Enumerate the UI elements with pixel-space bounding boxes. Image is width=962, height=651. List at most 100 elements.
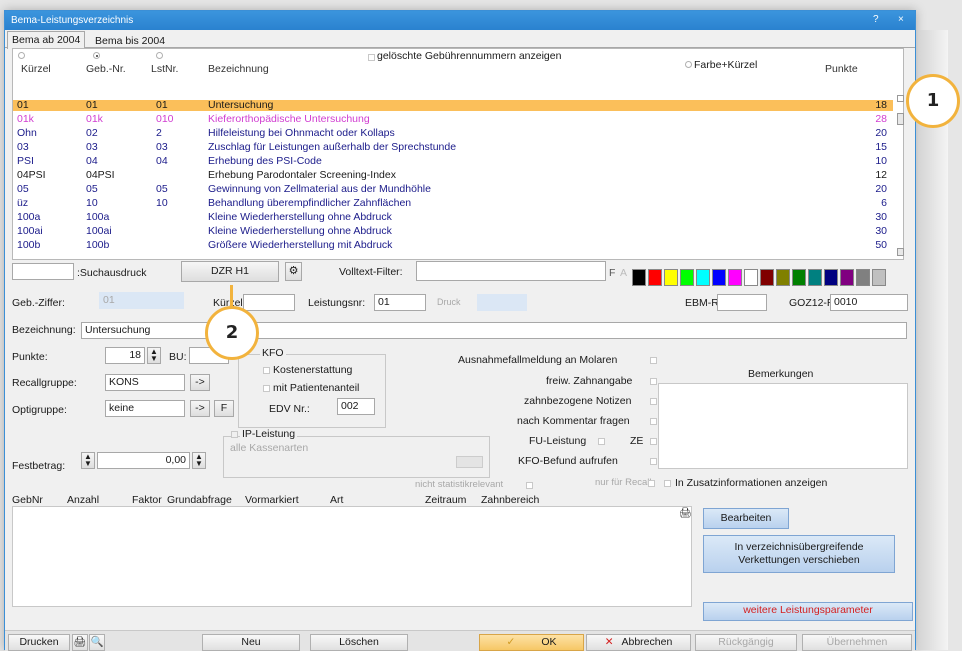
color-swatch[interactable] [792, 269, 806, 286]
color-swatch[interactable] [776, 269, 790, 286]
opti-field[interactable]: keine [105, 400, 185, 417]
tab-bema-bis-2004[interactable]: Bema bis 2004 [91, 33, 169, 49]
col-zeitraum[interactable]: Zeitraum [425, 494, 466, 506]
color-swatch[interactable] [824, 269, 838, 286]
color-swatch[interactable] [856, 269, 870, 286]
loeschen-button[interactable]: Löschen [310, 634, 408, 651]
color-swatch[interactable] [872, 269, 886, 286]
col-gebnr[interactable]: GebNr [12, 494, 43, 506]
list-item[interactable]: 04PSI 04PSI Erhebung Parodontaler Screenin… [13, 170, 893, 181]
recall-field[interactable]: KONS [105, 374, 185, 391]
list-item[interactable]: 01 01 01 Untersuchung 18 [13, 100, 893, 111]
neu-button[interactable]: Neu [202, 634, 300, 651]
festbetrag-spinner-right[interactable]: ▲ ▼ [192, 452, 206, 469]
abbrechen-button[interactable]: ✕ Abbrechen [586, 634, 691, 651]
color-swatch[interactable] [760, 269, 774, 286]
color-swatch[interactable] [728, 269, 742, 286]
scroll-up-button[interactable] [897, 95, 904, 102]
help-icon[interactable]: ? [873, 14, 879, 25]
col-lst[interactable]: LstNr. [151, 63, 178, 75]
ok-button[interactable]: ✓ OK [479, 634, 584, 651]
list-item[interactable]: üz 10 10 Behandlung überempfindlicher Zahnf… [13, 198, 893, 209]
col-grundabfrage[interactable]: Grundabfrage [167, 494, 232, 506]
color-swatch[interactable] [712, 269, 726, 286]
col-faktor[interactable]: Faktor [132, 494, 162, 506]
punkte-field[interactable]: 18 [105, 347, 145, 364]
rueckgaengig-button[interactable]: Rückgängig [695, 634, 797, 651]
leistungen-list[interactable]: gelöschte Gebührennummern anzeigen Farbe… [12, 48, 904, 260]
scroll-thumb[interactable] [897, 113, 904, 125]
color-swatch[interactable] [632, 269, 646, 286]
radio-sort-geb[interactable] [93, 52, 100, 59]
fulltext-filter-input[interactable] [416, 261, 606, 281]
radio-sort-lst[interactable] [156, 52, 163, 59]
ze-checkbox[interactable] [650, 438, 657, 445]
ebm-ref-field[interactable] [717, 294, 767, 311]
edv-nr-field[interactable]: 002 [337, 398, 375, 415]
close-icon[interactable]: × [898, 14, 904, 25]
radio-sort-kuerzel[interactable] [18, 52, 25, 59]
nur-recall-checkbox[interactable] [648, 480, 655, 487]
scroll-down-button[interactable] [897, 248, 904, 256]
color-swatch[interactable] [808, 269, 822, 286]
ip-leistung-checkbox[interactable] [231, 431, 238, 438]
drucken-button[interactable]: Drucken [8, 634, 70, 651]
a-button[interactable]: A [620, 267, 627, 279]
verkettungen-verschieben-button[interactable]: In verzeichnisübergreifende Verkettungen… [703, 535, 895, 573]
ausnahme-checkbox[interactable] [650, 357, 657, 364]
recall-arrow-button[interactable]: -> [190, 374, 210, 391]
col-kuerzel[interactable]: Kürzel [21, 63, 51, 75]
kostenerstattung-checkbox[interactable] [263, 367, 270, 374]
opti-arrow-button[interactable]: -> [190, 400, 210, 417]
show-deleted-checkbox[interactable] [368, 54, 375, 61]
color-swatch[interactable] [664, 269, 678, 286]
list-item[interactable]: 03 03 03 Zuschlag für Leistungen außerhalb … [13, 142, 893, 153]
notizen-checkbox[interactable] [650, 398, 657, 405]
f-button[interactable]: F [609, 267, 615, 279]
col-zahnbereich[interactable]: Zahnbereich [481, 494, 539, 506]
festbetrag-field[interactable]: 0,00 [97, 452, 190, 469]
printer-icon[interactable]: 🖨 [72, 634, 88, 651]
col-vormarkiert[interactable]: Vormarkiert [245, 494, 299, 506]
col-bezeichnung[interactable]: Bezeichnung [208, 63, 269, 75]
opti-f-button[interactable]: F [214, 400, 234, 417]
zusatz-checkbox[interactable] [664, 480, 671, 487]
search-input[interactable] [12, 263, 74, 280]
gear-icon[interactable]: ⚙ [285, 262, 302, 281]
print-table-icon[interactable]: 🖨 [679, 508, 692, 519]
col-geb[interactable]: Geb.-Nr. [86, 63, 126, 75]
weitere-leistungsparameter-button[interactable]: weitere Leistungsparameter [703, 602, 913, 621]
dzr-h1-button[interactable]: DZR H1 [181, 261, 279, 282]
list-item[interactable]: 05 05 05 Gewinnung von Zellmaterial aus der… [13, 184, 893, 195]
color-swatch[interactable] [648, 269, 662, 286]
color-swatch[interactable] [744, 269, 758, 286]
kuerzel-field[interactable] [243, 294, 295, 311]
col-punkte[interactable]: Punkte [825, 63, 858, 75]
tab-bema-ab-2004[interactable]: Bema ab 2004 [7, 31, 86, 49]
list-item[interactable]: 100b 100b Größere Wiederherstellung mit Ab… [13, 240, 893, 251]
uebernehmen-button[interactable]: Übernehmen [802, 634, 912, 651]
nicht-stat-checkbox[interactable] [526, 482, 533, 489]
color-swatch[interactable] [840, 269, 854, 286]
kassenarten-button[interactable] [456, 456, 483, 468]
geb-ziffer-field[interactable]: 01 [99, 292, 184, 309]
leistungsnr-field[interactable]: 01 [374, 294, 426, 311]
kommentar-checkbox[interactable] [650, 418, 657, 425]
bemerkungen-field[interactable] [658, 383, 908, 469]
preview-search-icon[interactable]: 🔍 [89, 634, 105, 651]
col-art[interactable]: Art [330, 494, 343, 506]
bearbeiten-button[interactable]: Bearbeiten [703, 508, 789, 529]
color-swatch[interactable] [696, 269, 710, 286]
zahnangabe-checkbox[interactable] [650, 378, 657, 385]
list-item[interactable]: Ohn 02 2 Hilfeleistung bei Ohnmacht oder Ko… [13, 128, 893, 139]
verkettungen-table[interactable] [12, 506, 692, 607]
punkte-spinner[interactable]: ▲ ▼ [147, 347, 161, 364]
color-swatch[interactable] [680, 269, 694, 286]
festbetrag-spinner-left[interactable]: ▲ ▼ [81, 452, 95, 469]
col-anzahl[interactable]: Anzahl [67, 494, 99, 506]
list-item[interactable]: 01k 01k 010 Kieferorthopädische Untersuchun… [13, 114, 893, 125]
goz-ref-field[interactable]: 0010 [830, 294, 908, 311]
kfo-befund-checkbox[interactable] [650, 458, 657, 465]
patientenanteil-checkbox[interactable] [263, 385, 270, 392]
list-item[interactable]: 100ai 100ai Kleine Wiederherstellung ohne … [13, 226, 893, 237]
